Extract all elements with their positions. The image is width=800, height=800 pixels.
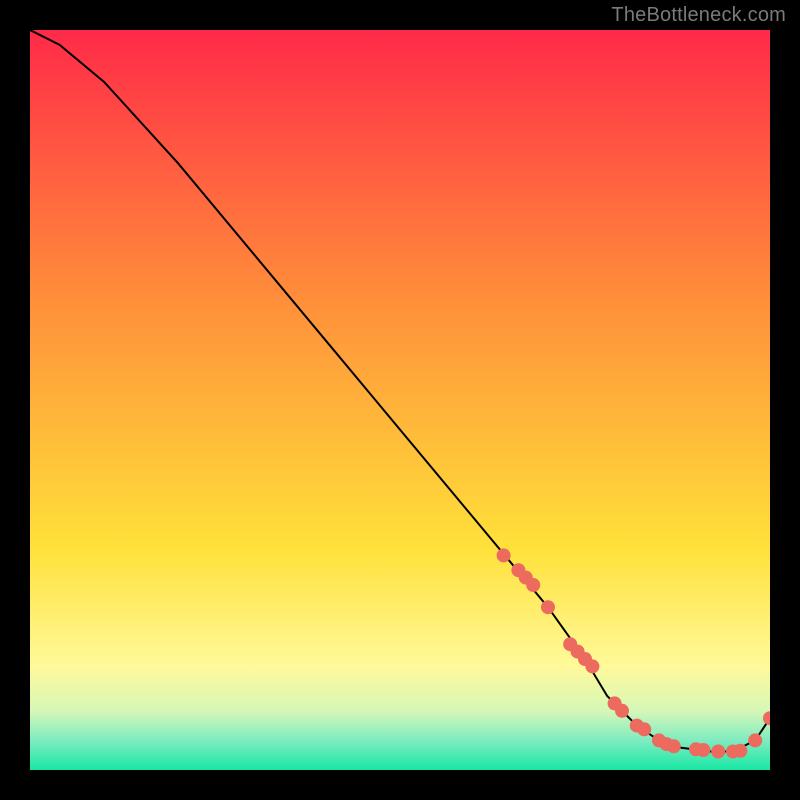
- plot-area: [30, 30, 770, 770]
- watermark-label: TheBottleneck.com: [611, 4, 786, 27]
- curve-marker: [585, 659, 599, 673]
- curve-marker: [637, 722, 651, 736]
- curve-marker: [711, 745, 725, 759]
- chart-svg: [30, 30, 770, 770]
- curve-marker: [748, 733, 762, 747]
- curve-marker: [667, 739, 681, 753]
- curve-marker: [733, 744, 747, 758]
- curve-marker: [526, 578, 540, 592]
- curve-marker: [615, 704, 629, 718]
- gradient-background: [30, 30, 770, 770]
- curve-marker: [541, 600, 555, 614]
- curve-marker: [497, 548, 511, 562]
- chart-frame: TheBottleneck.com: [0, 0, 800, 800]
- curve-marker: [696, 743, 710, 757]
